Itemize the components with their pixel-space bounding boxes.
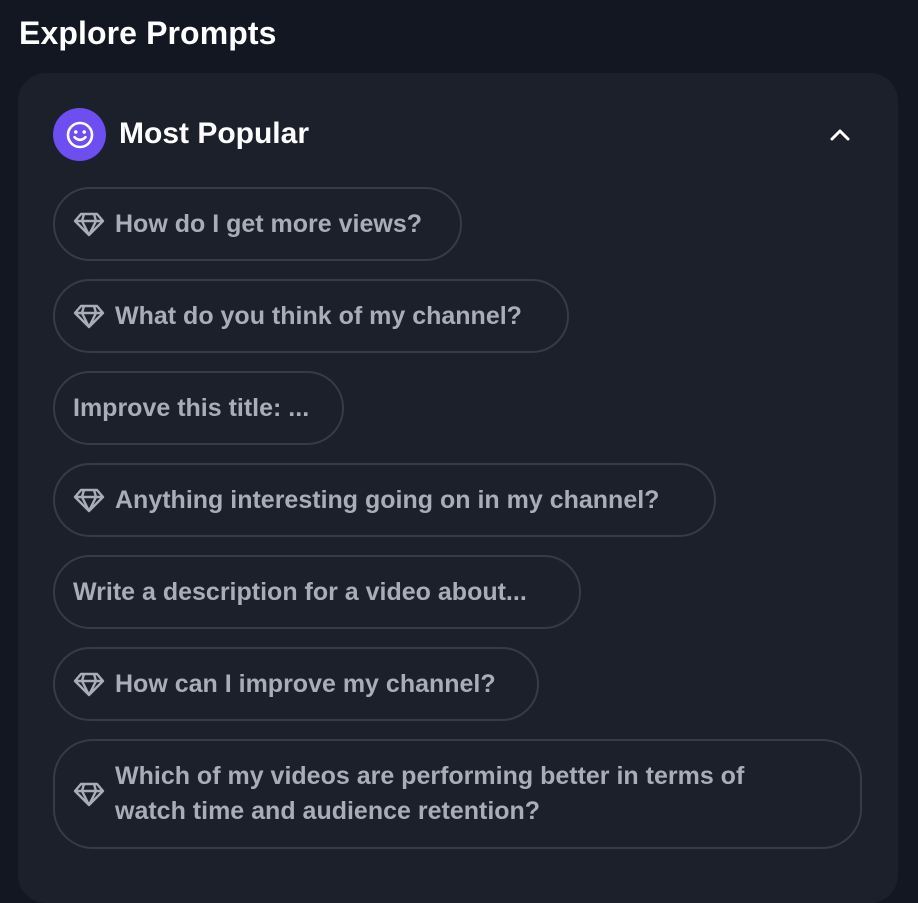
prompt-chip[interactable]: Improve this title: ... bbox=[53, 371, 344, 445]
section-title: Most Popular bbox=[119, 117, 310, 150]
prompt-chip[interactable]: How can I improve my channel? bbox=[53, 647, 539, 721]
gem-icon bbox=[73, 781, 105, 807]
prompt-label: Improve this title: ... bbox=[73, 393, 310, 422]
section-header[interactable]: Most Popular bbox=[53, 108, 863, 162]
page-title: Explore Prompts bbox=[19, 15, 277, 51]
prompt-chip[interactable]: How do I get more views? bbox=[53, 187, 462, 261]
prompt-label: What do you think of my channel? bbox=[115, 301, 522, 330]
gem-icon bbox=[73, 303, 105, 329]
prompt-label: How can I improve my channel? bbox=[115, 669, 496, 698]
prompts-panel: Most Popular How do I get more views? Wh… bbox=[18, 73, 898, 903]
prompt-chip[interactable]: Which of my videos are performing better… bbox=[53, 739, 862, 849]
prompt-chip[interactable]: Anything interesting going on in my chan… bbox=[53, 463, 716, 537]
prompt-label: Write a description for a video about... bbox=[73, 577, 527, 606]
chevron-up-icon[interactable] bbox=[823, 118, 857, 152]
prompt-label: Which of my videos are performing better… bbox=[115, 762, 745, 825]
prompt-label: Anything interesting going on in my chan… bbox=[115, 485, 660, 514]
gem-icon bbox=[73, 487, 105, 513]
prompt-chip[interactable]: Write a description for a video about... bbox=[53, 555, 581, 629]
gem-icon bbox=[73, 211, 105, 237]
prompt-label: How do I get more views? bbox=[115, 209, 422, 238]
smiley-icon bbox=[53, 108, 106, 161]
prompt-chip[interactable]: What do you think of my channel? bbox=[53, 279, 569, 353]
gem-icon bbox=[73, 671, 105, 697]
